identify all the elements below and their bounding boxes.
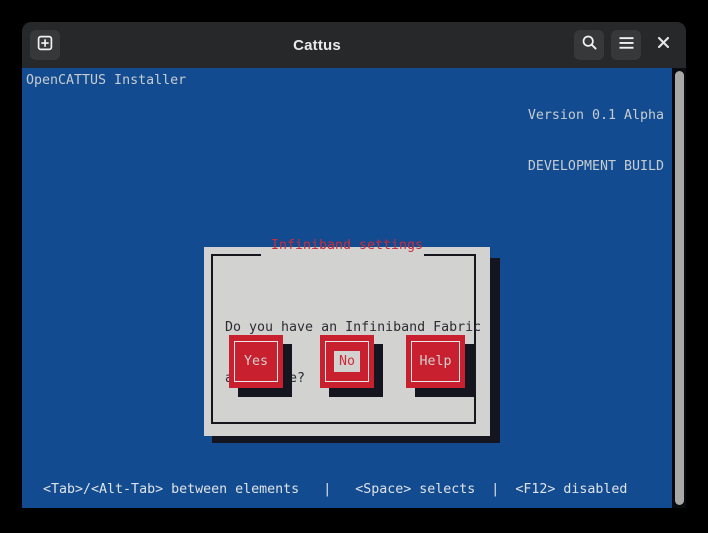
scrollbar-track[interactable] bbox=[672, 68, 686, 508]
installer-title: OpenCATTUS Installer bbox=[26, 73, 187, 88]
search-button[interactable] bbox=[574, 30, 604, 60]
yes-button-label: Yes bbox=[243, 354, 269, 369]
new-tab-button[interactable] bbox=[30, 30, 60, 60]
window-title: Cattus bbox=[293, 36, 341, 54]
dialog-title: Infiniband settings bbox=[270, 238, 424, 253]
no-button[interactable]: No bbox=[320, 335, 374, 388]
version-info: Version 0.1 Alpha DEVELOPMENT BUILD bbox=[528, 73, 664, 209]
yes-button-inner: Yes bbox=[234, 341, 278, 382]
build-line: DEVELOPMENT BUILD bbox=[527, 159, 664, 174]
close-icon bbox=[657, 36, 670, 54]
yes-button[interactable]: Yes bbox=[229, 335, 283, 388]
new-tab-icon bbox=[37, 35, 53, 56]
keyboard-hints: <Tab>/<Alt-Tab> between elements | <Spac… bbox=[43, 482, 628, 497]
terminal-content: OpenCATTUS Installer Version 0.1 Alpha D… bbox=[22, 68, 686, 508]
close-button[interactable] bbox=[648, 30, 678, 60]
help-button-wrapper: Help bbox=[406, 335, 474, 397]
help-button-label: Help bbox=[419, 354, 452, 369]
no-button-label: No bbox=[333, 351, 360, 372]
dialog-message-line-1: Do you have an Infiniband Fabric bbox=[225, 320, 482, 335]
dialog-button-row: Yes No Help bbox=[229, 335, 474, 397]
hamburger-menu-icon bbox=[618, 36, 635, 55]
window-titlebar: Cattus bbox=[22, 22, 686, 68]
infiniband-settings-dialog: Infiniband settings Do you have an Infin… bbox=[204, 238, 490, 436]
yes-button-wrapper: Yes bbox=[229, 335, 292, 397]
no-button-wrapper: No bbox=[320, 335, 383, 397]
no-button-inner: No bbox=[325, 341, 369, 382]
menu-button[interactable] bbox=[611, 30, 641, 60]
tui-screen: OpenCATTUS Installer Version 0.1 Alpha D… bbox=[22, 68, 672, 508]
help-button[interactable]: Help bbox=[406, 335, 465, 388]
version-line: Version 0.1 Alpha bbox=[527, 108, 664, 123]
search-icon bbox=[581, 34, 598, 56]
terminal-window: Cattus OpenCATTUS Installer Version 0.1 … bbox=[22, 22, 686, 508]
scrollbar-thumb[interactable] bbox=[675, 71, 684, 505]
help-button-inner: Help bbox=[411, 341, 460, 382]
